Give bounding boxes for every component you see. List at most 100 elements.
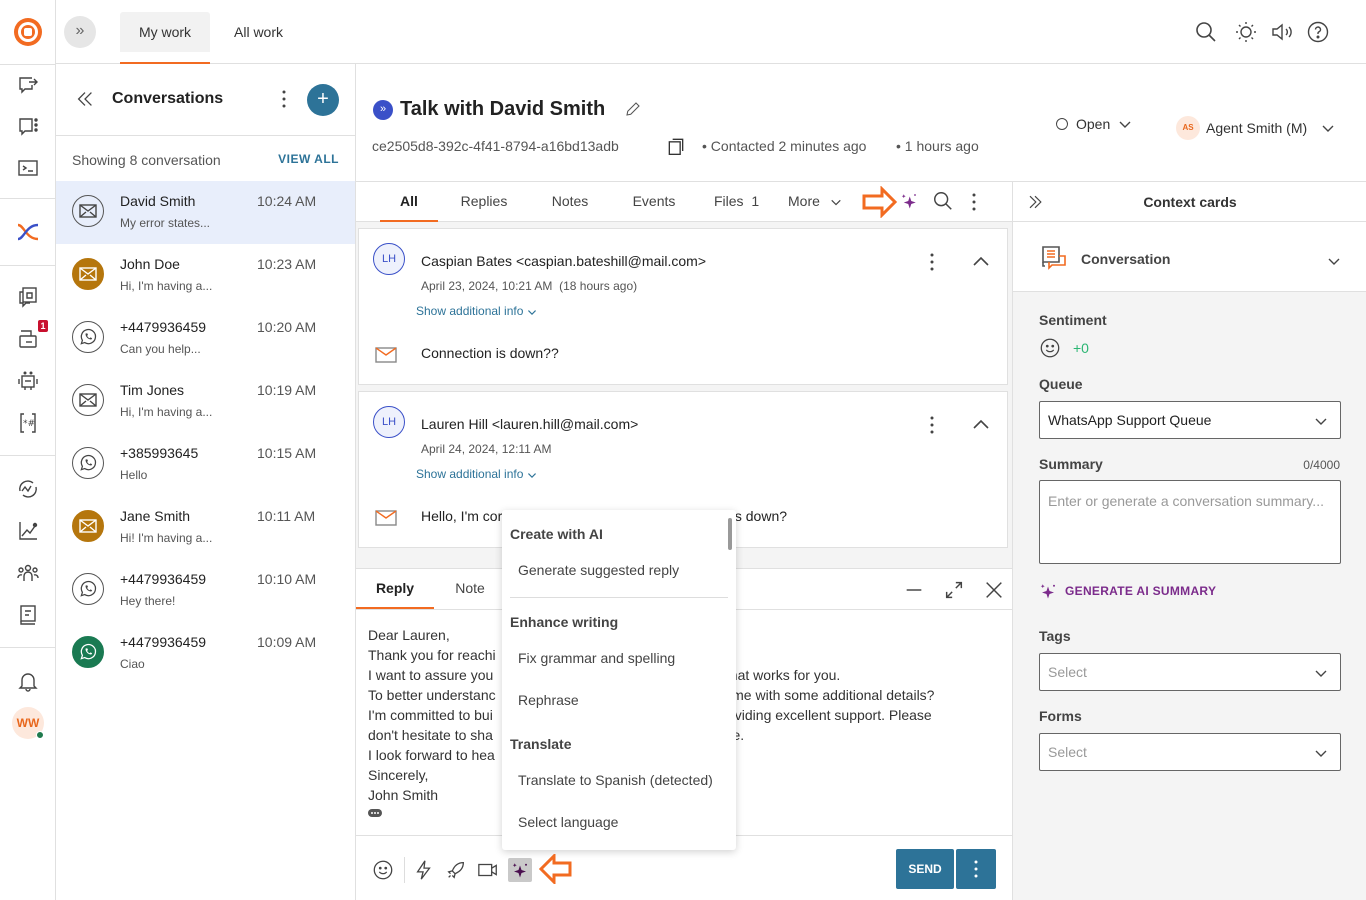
tab-notes[interactable]: Notes — [542, 182, 598, 222]
terminal-icon[interactable] — [16, 156, 40, 180]
context-panel: Context cards Conversation Sentiment +0 … — [1012, 182, 1366, 900]
message-body: Connection is down?? — [421, 345, 559, 361]
edit-title-icon[interactable] — [624, 100, 642, 118]
contact-name: John Doe — [120, 256, 180, 272]
chat-menu-icon[interactable] — [16, 114, 40, 138]
quick-reply-icon[interactable] — [413, 859, 435, 881]
copy-id-icon[interactable] — [666, 136, 686, 156]
logo-icon[interactable] — [12, 16, 44, 48]
menu-item-select-language[interactable]: Select language — [518, 814, 618, 830]
generate-ai-summary-button[interactable]: GENERATE AI SUMMARY — [1039, 582, 1216, 600]
help-icon[interactable] — [1306, 20, 1330, 44]
collapse-panel-icon[interactable] — [74, 88, 96, 110]
chevron-down-icon — [1315, 670, 1327, 677]
show-additional-info-link[interactable]: Show additional info — [416, 304, 537, 318]
conversation-preview: Ciao — [120, 657, 145, 671]
more-options-icon[interactable] — [966, 191, 982, 213]
knowledge-icon[interactable] — [16, 285, 40, 309]
tab-replies[interactable]: Replies — [452, 182, 516, 222]
chevron-up-icon[interactable] — [971, 251, 991, 271]
people-icon[interactable] — [16, 561, 40, 585]
emoji-icon[interactable] — [372, 859, 394, 881]
tab-files-label: Files — [714, 193, 744, 209]
ai-sparkle-icon — [1040, 584, 1055, 599]
tab-reply[interactable]: Reply — [356, 569, 434, 609]
chevron-up-icon[interactable] — [971, 414, 991, 434]
tab-more[interactable]: More — [788, 182, 848, 222]
ai-sparkle-icon[interactable] — [900, 192, 918, 210]
menu-item-translate-spanish[interactable]: Translate to Spanish (detected) — [518, 772, 713, 788]
send-button[interactable]: SEND — [896, 849, 954, 889]
chevron-down-icon — [831, 200, 841, 206]
tab-all[interactable]: All — [380, 182, 438, 222]
expand-icon[interactable] — [943, 579, 965, 601]
showing-count: Showing 8 conversation — [72, 152, 221, 168]
conversation-list-item[interactable]: +4479936459 10:20 AM Can you help... — [56, 307, 355, 370]
expand-nav-button[interactable]: » — [64, 16, 96, 48]
message-date: April 23, 2024, 10:21 AM (18 hours ago) — [421, 279, 638, 293]
send-options-button[interactable] — [956, 849, 996, 889]
chevron-down-icon — [1315, 418, 1327, 425]
top-bar: » My work All work — [56, 0, 1366, 64]
rocket-icon[interactable] — [445, 859, 467, 881]
conversation-time: 10:20 AM — [257, 319, 317, 335]
menu-item-fix-grammar[interactable]: Fix grammar and spelling — [518, 650, 675, 666]
message-options-icon[interactable] — [924, 251, 940, 273]
summary-input[interactable]: Enter or generate a conversation summary… — [1039, 480, 1341, 564]
assignee-dropdown[interactable]: AS Agent Smith (M) — [1176, 116, 1335, 140]
conversation-card-icon — [1042, 246, 1066, 270]
menu-scrollbar[interactable] — [728, 518, 732, 550]
inbox-icon[interactable] — [16, 327, 40, 351]
outbound-icon[interactable] — [16, 72, 40, 96]
conversation-list-item[interactable]: Jane Smith 10:11 AM Hi! I'm having a... — [56, 496, 355, 559]
show-additional-info-label: Show additional info — [416, 467, 524, 481]
analytics-icon[interactable] — [16, 519, 40, 543]
video-icon[interactable] — [477, 859, 499, 881]
conversation-preview: Hey there! — [120, 594, 176, 608]
tab-files[interactable]: Files 1 — [714, 182, 768, 222]
tags-select[interactable]: Select — [1039, 653, 1341, 691]
svg-text:*#: *# — [23, 419, 35, 429]
tab-my-work[interactable]: My work — [120, 12, 210, 64]
menu-item-rephrase[interactable]: Rephrase — [518, 692, 579, 708]
status-dropdown[interactable]: Open — [1056, 116, 1132, 132]
conversation-list-item[interactable]: +4479936459 10:10 AM Hey there! — [56, 559, 355, 622]
bot-icon[interactable] — [16, 369, 40, 393]
show-trimmed-icon[interactable] — [368, 809, 382, 817]
chevron-down-icon — [527, 309, 536, 315]
tab-note[interactable]: Note — [440, 569, 500, 609]
whatsapp-channel-icon — [72, 636, 104, 668]
conversation-card-header[interactable]: Conversation — [1013, 222, 1366, 292]
show-additional-info-link[interactable]: Show additional info — [416, 467, 537, 481]
theme-icon[interactable] — [1234, 20, 1258, 44]
view-all-link[interactable]: VIEW ALL — [278, 152, 339, 166]
email-channel-icon — [72, 195, 104, 227]
integrations-icon[interactable] — [16, 477, 40, 501]
files-count: 1 — [751, 193, 760, 209]
conversation-list-item[interactable]: +4479936459 10:09 AM Ciao — [56, 622, 355, 685]
add-conversation-button[interactable]: + — [307, 84, 339, 116]
menu-item-generate-reply[interactable]: Generate suggested reply — [518, 562, 679, 578]
template-icon[interactable]: *# — [16, 411, 40, 435]
sender: Caspian Bates <caspian.bateshill@mail.co… — [421, 253, 707, 269]
search-icon[interactable] — [1194, 20, 1218, 44]
conversation-list-item[interactable]: +385993645 10:15 AM Hello — [56, 433, 355, 496]
connect-icon[interactable] — [16, 220, 40, 244]
sound-icon[interactable] — [1270, 20, 1294, 44]
queue-select[interactable]: WhatsApp Support Queue — [1039, 401, 1341, 439]
tab-all-work[interactable]: All work — [218, 12, 299, 52]
search-timeline-icon[interactable] — [932, 190, 954, 212]
conversation-list-item[interactable]: David Smith 10:24 AM My error states... — [56, 181, 355, 244]
bell-icon[interactable] — [16, 669, 40, 693]
email-icon — [375, 347, 397, 363]
minimize-icon[interactable] — [903, 579, 925, 601]
close-icon[interactable] — [983, 579, 1005, 601]
forms-select[interactable]: Select — [1039, 733, 1341, 771]
message-options-icon[interactable] — [924, 414, 940, 436]
more-options-icon[interactable] — [274, 88, 294, 110]
ai-assist-button[interactable] — [508, 858, 532, 882]
conversation-list-item[interactable]: Tim Jones 10:19 AM Hi, I'm having a... — [56, 370, 355, 433]
conversation-list-item[interactable]: John Doe 10:23 AM Hi, I'm having a... — [56, 244, 355, 307]
tab-events[interactable]: Events — [624, 182, 684, 222]
book-icon[interactable] — [16, 603, 40, 627]
